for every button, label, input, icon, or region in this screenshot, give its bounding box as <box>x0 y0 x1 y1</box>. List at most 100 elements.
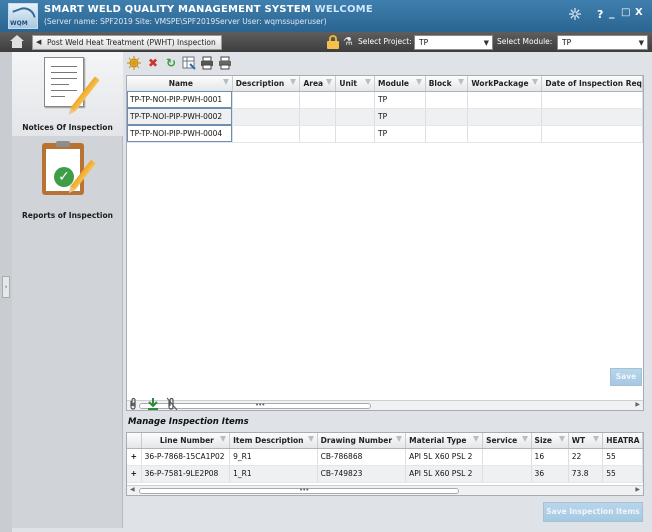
filter-icon[interactable] <box>458 79 465 85</box>
column-header-size[interactable]: Size <box>531 433 569 449</box>
print-preview-icon[interactable] <box>218 56 232 70</box>
expand-row-button[interactable]: + <box>127 448 142 466</box>
cell-module[interactable]: TP <box>374 91 426 109</box>
cell-module[interactable]: TP <box>374 125 426 143</box>
breadcrumb[interactable]: ◀ Post Weld Heat Treatment (PWHT) Inspec… <box>32 35 222 50</box>
column-header-date-of-inspection[interactable]: Date of Inspection Req <box>541 76 643 92</box>
table-row[interactable]: TP-TP-NOI-PIP-PWH-0001 TP <box>127 91 643 109</box>
column-header-service[interactable]: Service <box>482 433 532 449</box>
column-header-wt[interactable]: WT <box>568 433 604 449</box>
filter-icon[interactable] <box>593 436 600 442</box>
close-button[interactable]: X <box>635 7 643 18</box>
cell-workpackage[interactable] <box>467 125 543 143</box>
cell-heatra[interactable]: 55 <box>602 465 643 483</box>
column-header-heatra[interactable]: HEATRA <box>602 433 643 449</box>
filter-icon[interactable] <box>532 79 539 85</box>
cell-block[interactable] <box>425 91 469 109</box>
filter-icon[interactable] <box>473 436 480 442</box>
scroll-right-icon[interactable]: ▶ <box>635 486 640 493</box>
cell-item-description[interactable]: 1_R1 <box>229 465 318 483</box>
table-row[interactable]: + 36-P-7868-15CA1P02 9_R1 CB-786868 API … <box>127 448 643 466</box>
minimize-button[interactable]: _ <box>609 6 615 19</box>
filter-icon[interactable] <box>222 79 229 85</box>
filter-icon[interactable] <box>396 436 403 442</box>
filter-icon[interactable] <box>365 79 372 85</box>
cell-date[interactable] <box>541 125 643 143</box>
attachment-icon[interactable] <box>129 397 137 411</box>
save-button[interactable]: Save <box>610 368 642 386</box>
maximize-button[interactable]: □ <box>621 7 630 18</box>
cell-drawing-number[interactable]: CB-786868 <box>317 448 407 466</box>
scroll-thumb[interactable]: ••• <box>139 486 459 494</box>
column-header-unit[interactable]: Unit <box>335 76 376 92</box>
cell-name[interactable]: TP-TP-NOI-PIP-PWH-0004 <box>127 125 233 143</box>
cell-service[interactable] <box>482 448 532 466</box>
export-grid-icon[interactable] <box>182 56 196 70</box>
column-header-item-description[interactable]: Item Description <box>229 433 318 449</box>
cell-description[interactable] <box>232 91 301 109</box>
column-header-workpackage[interactable]: WorkPackage <box>467 76 543 92</box>
cell-description[interactable] <box>232 125 301 143</box>
cell-heatra[interactable]: 55 <box>602 448 643 466</box>
filter-icon[interactable] <box>290 79 297 85</box>
filter-icon[interactable] <box>521 436 528 442</box>
lock-icon[interactable] <box>327 35 339 49</box>
save-inspection-items-button[interactable]: Save Inspection Items <box>543 502 643 522</box>
cell-line-number[interactable]: 36-P-7868-15CA1P02 <box>141 448 231 466</box>
filter-icon[interactable] <box>558 436 565 442</box>
cell-name[interactable]: TP-TP-NOI-PIP-PWH-0002 <box>127 108 233 126</box>
cell-workpackage[interactable] <box>467 108 543 126</box>
filter-icon[interactable] <box>326 79 333 85</box>
cell-area[interactable] <box>299 91 337 109</box>
cell-material-type[interactable]: API 5L X60 PSL 2 <box>405 465 484 483</box>
new-star-icon[interactable] <box>127 56 141 70</box>
table-row[interactable]: TP-TP-NOI-PIP-PWH-0002 TP <box>127 108 643 126</box>
help-button[interactable]: ? <box>597 8 603 21</box>
column-header-description[interactable]: Description <box>232 76 301 92</box>
sidebar-item-reports-of-inspection[interactable]: ✓ Reports of Inspection <box>12 138 123 222</box>
cell-date[interactable] <box>541 91 643 109</box>
cell-area[interactable] <box>299 125 337 143</box>
cell-block[interactable] <box>425 125 469 143</box>
cell-material-type[interactable]: API 5L X60 PSL 2 <box>405 448 484 466</box>
column-header-area[interactable]: Area <box>299 76 337 92</box>
flask-icon[interactable]: ⚗ <box>343 35 353 48</box>
cell-size[interactable]: 16 <box>531 448 569 466</box>
column-header-line-number[interactable]: Line Number <box>141 433 231 449</box>
table-row[interactable]: + 36-P-7581-9LE2P08 1_R1 CB-749823 API 5… <box>127 465 643 483</box>
cell-unit[interactable] <box>335 91 376 109</box>
delete-icon[interactable]: ✖ <box>146 56 160 70</box>
column-header-block[interactable]: Block <box>425 76 469 92</box>
column-header-name[interactable]: Name <box>127 76 233 92</box>
items-horizontal-scrollbar[interactable]: ◀ ••• ▶ <box>127 485 643 495</box>
expand-row-button[interactable]: + <box>127 465 142 483</box>
scroll-right-icon[interactable]: ▶ <box>635 401 640 408</box>
refresh-icon[interactable]: ↻ <box>164 56 178 70</box>
cell-module[interactable]: TP <box>374 108 426 126</box>
column-header-module[interactable]: Module <box>374 76 426 92</box>
cell-description[interactable] <box>232 108 301 126</box>
cell-drawing-number[interactable]: CB-749823 <box>317 465 407 483</box>
cell-wt[interactable]: 22 <box>568 448 604 466</box>
cell-block[interactable] <box>425 108 469 126</box>
notices-horizontal-scrollbar[interactable]: ◀ ••• ▶ <box>127 400 643 410</box>
cell-wt[interactable]: 73.8 <box>568 465 604 483</box>
filter-icon[interactable] <box>307 436 314 442</box>
table-row[interactable]: TP-TP-NOI-PIP-PWH-0004 TP <box>127 125 643 143</box>
cell-service[interactable] <box>482 465 532 483</box>
cell-unit[interactable] <box>335 108 376 126</box>
cell-workpackage[interactable] <box>467 91 543 109</box>
home-icon[interactable] <box>9 35 25 49</box>
cell-date[interactable] <box>541 108 643 126</box>
cell-size[interactable]: 36 <box>531 465 569 483</box>
cell-name[interactable]: TP-TP-NOI-PIP-PWH-0001 <box>127 91 233 109</box>
filter-icon[interactable] <box>220 436 227 442</box>
project-select[interactable]: TP ▼ <box>414 35 493 50</box>
cell-line-number[interactable]: 36-P-7581-9LE2P08 <box>141 465 231 483</box>
module-select[interactable]: TP ▼ <box>557 35 648 50</box>
cell-unit[interactable] <box>335 125 376 143</box>
column-header-material-type[interactable]: Material Type <box>405 433 484 449</box>
sidebar-item-notices-of-inspection[interactable]: Notices Of Inspection <box>12 52 123 136</box>
remove-attachment-icon[interactable] <box>166 397 178 411</box>
download-icon[interactable] <box>146 397 160 411</box>
